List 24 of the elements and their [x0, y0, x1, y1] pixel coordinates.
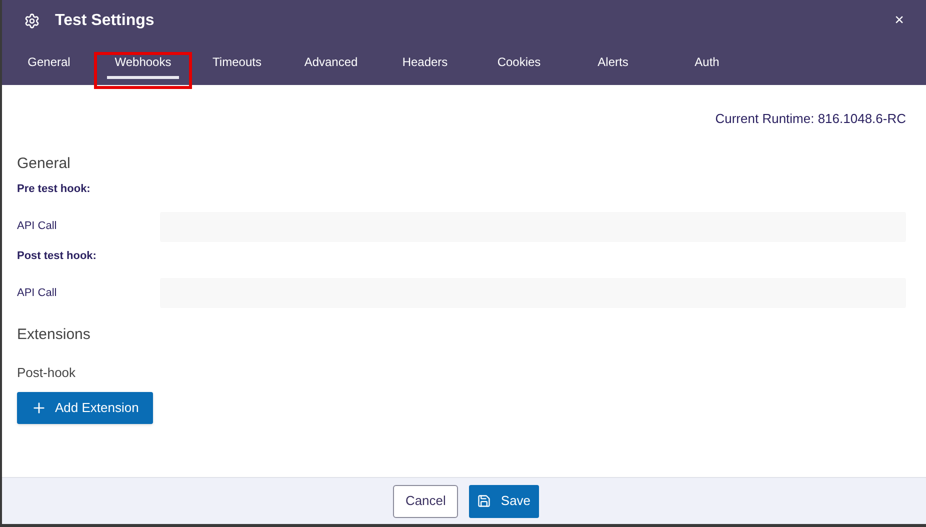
tab[interactable]: Webhooks	[106, 48, 180, 78]
hook-title: Post test hook:	[17, 248, 96, 264]
section-heading: General	[17, 154, 70, 174]
tab[interactable]: Auth	[686, 48, 728, 78]
plus-icon	[31, 400, 47, 416]
tab[interactable]: Headers	[394, 48, 456, 78]
window-title: Test Settings	[55, 11, 154, 31]
tab[interactable]: Alerts	[590, 48, 636, 78]
tab[interactable]: Cookies	[489, 48, 549, 78]
add-extension-button[interactable]: Add Extension	[17, 392, 153, 424]
close-button[interactable]: ×	[894, 13, 904, 29]
field-label: API Call	[17, 219, 58, 234]
runtime-version: Current Runtime: 816.1048.6-RC	[715, 110, 906, 128]
tab[interactable]: Advanced	[296, 48, 366, 78]
section-heading: Extensions	[17, 325, 90, 345]
hook-title: Pre test hook:	[17, 182, 90, 197]
tab[interactable]: General	[20, 48, 78, 78]
tab[interactable]: Timeouts	[204, 48, 270, 78]
subheading: Post-hook	[17, 364, 76, 382]
settings-icon	[24, 13, 40, 29]
save-button[interactable]: Save	[468, 484, 539, 518]
save-icon	[476, 494, 491, 508]
cancel-button[interactable]: Cancel	[393, 484, 458, 518]
field-label: API Call	[17, 286, 58, 301]
